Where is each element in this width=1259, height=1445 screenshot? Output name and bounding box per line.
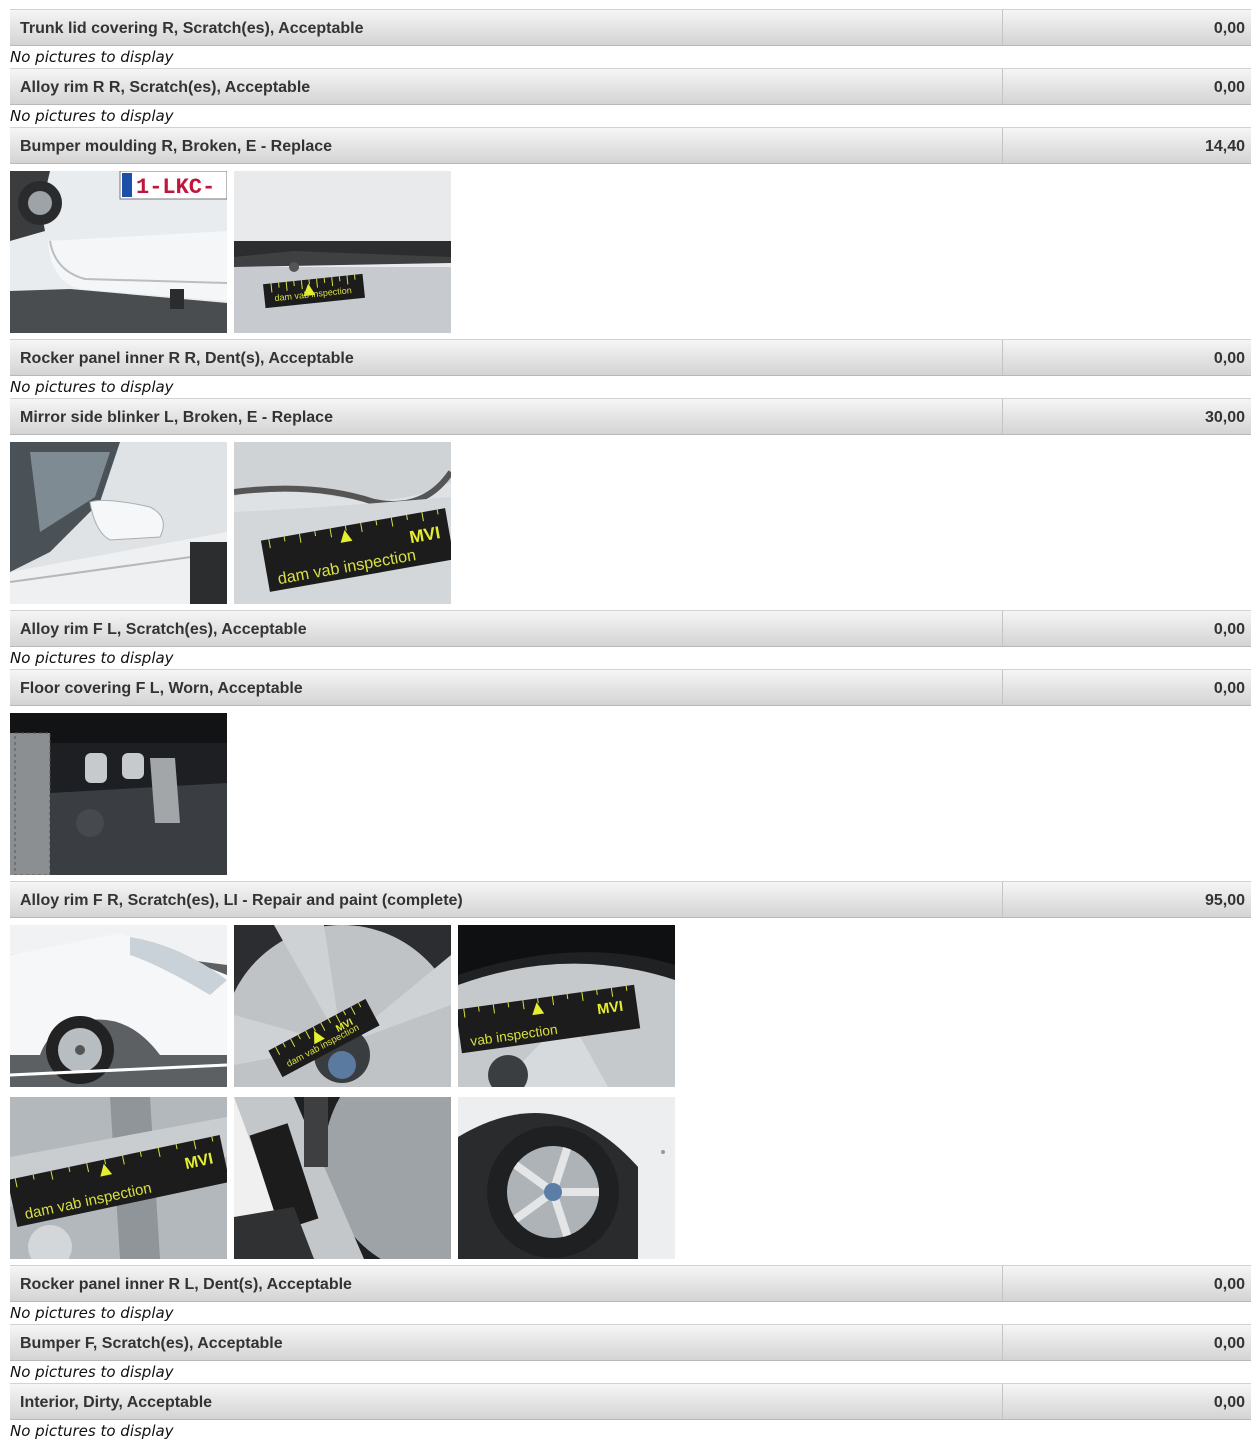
damage-list: Trunk lid covering R, Scratch(es), Accep… [10,9,1251,1442]
front-corner-photo[interactable] [10,925,227,1087]
damage-item: Rocker panel inner R L, Dent(s), Accepta… [10,1265,1251,1324]
floor-covering-photo[interactable] [10,713,227,875]
damage-item: Alloy rim F L, Scratch(es), Acceptable 0,… [10,610,1251,669]
damage-item-header[interactable]: Rocker panel inner R R, Dent(s), Accepta… [10,339,1251,376]
damage-item: Mirror side blinker L, Broken, E - Repla… [10,398,1251,610]
damage-item: Interior, Dirty, Acceptable 0,00 No pictur… [10,1383,1251,1442]
damage-item-title: Alloy rim R R, Scratch(es), Acceptable [10,69,1003,104]
damage-item-header[interactable]: Bumper moulding R, Broken, E - Replace 14… [10,127,1251,164]
damage-item-title: Trunk lid covering R, Scratch(es), Accep… [10,10,1003,45]
damage-item-header[interactable]: Trunk lid covering R, Scratch(es), Accep… [10,9,1251,46]
svg-text:1-LKC-: 1-LKC- [136,175,215,200]
side-mirror-photo[interactable] [10,442,227,604]
damage-item-title: Alloy rim F R, Scratch(es), LI - Repair … [10,882,1003,917]
no-pictures-message: No pictures to display [10,48,174,66]
damage-item-cost: 30,00 [1204,409,1245,426]
damage-item: Alloy rim R R, Scratch(es), Acceptable 0,… [10,68,1251,127]
damage-item-title: Bumper moulding R, Broken, E - Replace [10,128,1003,163]
no-pictures-message: No pictures to display [10,1422,174,1440]
damage-item-title: Mirror side blinker L, Broken, E - Repla… [10,399,1003,434]
blinker-closeup-photo[interactable]: dam vab inspection MVI [234,442,451,604]
damage-item-header[interactable]: Interior, Dirty, Acceptable 0,00 [10,1383,1251,1420]
damage-item-cost: 0,00 [1213,680,1245,697]
damage-item-cost: 0,00 [1213,1335,1245,1352]
damage-item: Rocker panel inner R R, Dent(s), Accepta… [10,339,1251,398]
damage-item: Bumper moulding R, Broken, E - Replace 14… [10,127,1251,339]
rear-bumper-photo[interactable]: 1-LKC- [10,171,227,333]
damage-item-cost: 95,00 [1204,892,1245,909]
damage-item: Alloy rim F R, Scratch(es), LI - Repair … [10,881,1251,1265]
tire-gauge-photo[interactable] [234,1097,451,1259]
damage-item-title: Floor covering F L, Worn, Acceptable [10,670,1003,705]
photo-gallery: dam vab inspection MVI vab inspection MV… [10,918,710,1265]
photo-gallery: dam vab inspection MVI [10,435,710,610]
damage-item-cost: 0,00 [1213,1394,1245,1411]
damage-item-title: Rocker panel inner R L, Dent(s), Accepta… [10,1266,1003,1301]
rim-spoke-photo[interactable]: dam vab inspection MVI [10,1097,227,1259]
damage-item-header[interactable]: Mirror side blinker L, Broken, E - Repla… [10,398,1251,435]
damage-item-title: Rocker panel inner R R, Dent(s), Accepta… [10,340,1003,375]
damage-item-header[interactable]: Rocker panel inner R L, Dent(s), Accepta… [10,1265,1251,1302]
no-pictures-message: No pictures to display [10,107,174,125]
damage-item-cost: 0,00 [1213,350,1245,367]
photo-gallery: 1-LKC- dam vab inspection [10,164,710,339]
rim-closeup-photo[interactable]: dam vab inspection MVI [234,925,451,1087]
bumper-closeup-photo[interactable]: dam vab inspection [234,171,451,333]
damage-item-header[interactable]: Alloy rim F L, Scratch(es), Acceptable 0,… [10,610,1251,647]
damage-item: Trunk lid covering R, Scratch(es), Accep… [10,9,1251,68]
damage-item-header[interactable]: Alloy rim F R, Scratch(es), LI - Repair … [10,881,1251,918]
damage-item-cost: 0,00 [1213,20,1245,37]
photo-gallery [10,706,710,881]
no-pictures-message: No pictures to display [10,378,174,396]
no-pictures-message: No pictures to display [10,1363,174,1381]
no-pictures-message: No pictures to display [10,649,174,667]
damage-item-title: Bumper F, Scratch(es), Acceptable [10,1325,1003,1360]
damage-item-header[interactable]: Alloy rim R R, Scratch(es), Acceptable 0,… [10,68,1251,105]
no-pictures-message: No pictures to display [10,1304,174,1322]
damage-item-cost: 0,00 [1213,621,1245,638]
damage-item: Floor covering F L, Worn, Acceptable 0,00 [10,669,1251,881]
damage-item-header[interactable]: Bumper F, Scratch(es), Acceptable 0,00 [10,1324,1251,1361]
damage-item-header[interactable]: Floor covering F L, Worn, Acceptable 0,00 [10,669,1251,706]
wheel-overview-photo[interactable] [458,1097,675,1259]
damage-item-title: Interior, Dirty, Acceptable [10,1384,1003,1419]
damage-item-cost: 0,00 [1213,79,1245,96]
rim-gauge-photo[interactable]: vab inspection MVI [458,925,675,1087]
damage-item-title: Alloy rim F L, Scratch(es), Acceptable [10,611,1003,646]
damage-item-cost: 14,40 [1204,138,1245,155]
damage-item-cost: 0,00 [1213,1276,1245,1293]
damage-item: Bumper F, Scratch(es), Acceptable 0,00 No … [10,1324,1251,1383]
